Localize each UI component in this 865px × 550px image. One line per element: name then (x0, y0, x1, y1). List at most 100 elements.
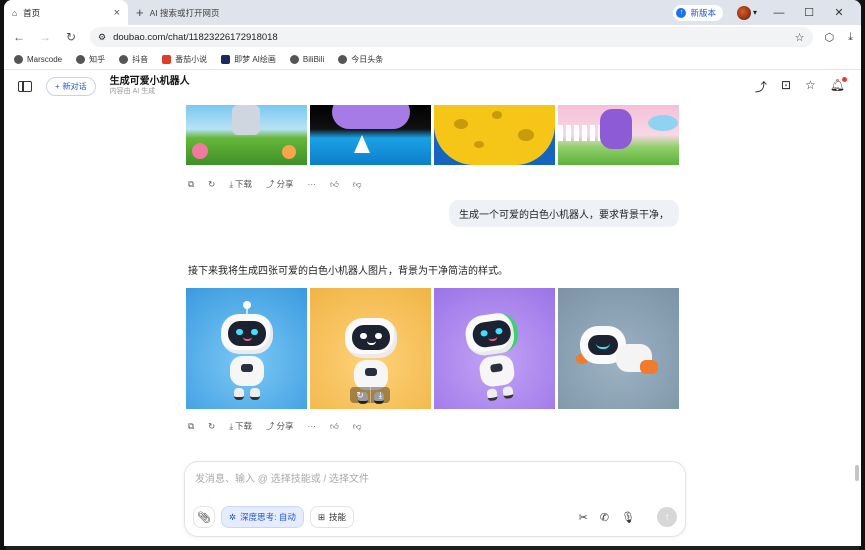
bookmark-label: 番茄小说 (175, 54, 208, 64)
more-button[interactable]: ··· (308, 421, 317, 431)
globe-icon (338, 54, 348, 64)
bookmark-douyin[interactable]: 抖音 (119, 54, 148, 65)
generated-image[interactable] (434, 105, 555, 165)
update-button[interactable]: ↑ 新版本 (673, 4, 723, 21)
more-button[interactable]: ··· (308, 179, 317, 189)
like-icon[interactable]: 👍︎ (330, 179, 339, 190)
sidebar-toggle-icon[interactable] (18, 80, 32, 92)
back-icon[interactable]: ← (12, 30, 26, 44)
close-window-icon[interactable]: ✕ (831, 6, 847, 19)
copy-icon[interactable]: ⧉ (188, 179, 194, 190)
message-input[interactable] (195, 471, 665, 487)
maximize-icon[interactable]: ☐ (801, 6, 817, 19)
bookmark-fanqie[interactable]: 番茄小说 (162, 54, 207, 65)
like-icon[interactable]: 👍︎ (330, 421, 339, 432)
extensions-icon[interactable]: ⬡ (825, 31, 835, 44)
tomato-icon (162, 54, 172, 64)
bookmark-label: 即梦 AI绘画 (234, 54, 276, 64)
bookmark-marscode[interactable]: Marscode (14, 54, 62, 64)
message-actions: ⧉ ↻ ⤓ 下载 ⤴ 分享 ··· 👍︎ 👎︎ (188, 420, 362, 432)
plus-icon: + (136, 5, 144, 20)
image-grid-previous (186, 105, 679, 165)
new-chat-label: 新对话 (62, 81, 87, 91)
new-chat-button[interactable]: + 新对话 (46, 76, 96, 96)
close-icon[interactable]: × (114, 7, 120, 19)
share-button[interactable]: ⤴ 分享 (266, 420, 294, 432)
share-label: 分享 (276, 421, 294, 431)
bookmark-zhihu[interactable]: 知乎 (76, 54, 105, 65)
notification-bell-icon[interactable]: 🔔︎ (830, 77, 847, 95)
tab-ai-search[interactable]: + AI 搜索或打开网页 (128, 0, 268, 25)
user-message: 生成一个可爱的白色小机器人，要求背景干净， (449, 200, 679, 227)
download-icon: ⤓ (229, 178, 233, 189)
share-icon[interactable]: ⤴ (755, 78, 767, 95)
chat-title-block: 生成可爱小机器人 内容由 AI 生成 (110, 76, 190, 96)
scrollbar[interactable] (855, 135, 859, 485)
globe-icon (119, 54, 129, 64)
generated-image[interactable] (558, 288, 679, 409)
message-composer: 📎︎ ✲ 深度思考: 自动 ⊞ 技能 ✂ ✆ 🎙︎ ↑ (184, 461, 686, 537)
browser-window: ⌂ 首页 × + AI 搜索或打开网页 ↑ 新版本 ▾ — ☐ ✕ ← → ↻ (4, 0, 861, 546)
download-label: 下载 (234, 179, 252, 189)
scissors-icon[interactable]: ✂ (579, 511, 588, 524)
phone-icon[interactable]: ✆ (600, 511, 609, 524)
skills-label: 技能 (328, 512, 346, 522)
skills-button[interactable]: ⊞ 技能 (309, 506, 354, 528)
microphone-icon[interactable]: 🎙︎ (621, 511, 635, 524)
profile-button[interactable]: ▾ (736, 5, 757, 20)
tab-strip: ⌂ 首页 × + AI 搜索或打开网页 ↑ 新版本 ▾ — ☐ ✕ (4, 0, 861, 25)
generated-image[interactable]: ↻ ⤓ (310, 288, 431, 409)
plus-icon: + (55, 81, 60, 91)
copy-icon[interactable]: ⧉ (188, 421, 194, 432)
minimize-icon[interactable]: — (771, 7, 787, 19)
deep-think-icon: ✲ (229, 511, 237, 522)
regenerate-icon[interactable]: ↻ (350, 387, 370, 403)
scrollbar-thumb[interactable] (855, 465, 859, 481)
page-title[interactable]: 生成可爱小机器人 (110, 76, 190, 88)
globe-icon (289, 54, 299, 64)
chevron-down-icon: ▾ (752, 8, 757, 17)
tab-home[interactable]: ⌂ 首页 × (4, 0, 128, 25)
globe-icon (76, 54, 86, 64)
download-icon[interactable]: ⤓ (370, 387, 390, 403)
ai-disclaimer: 内容由 AI 生成 (109, 87, 156, 95)
attach-icon[interactable]: 📎︎ (193, 506, 215, 528)
site-info-icon[interactable]: ⚙ (98, 32, 106, 43)
generated-image[interactable] (434, 288, 555, 409)
url-text: doubao.com/chat/11823226172918018 (113, 31, 278, 43)
generated-image[interactable] (186, 105, 307, 165)
dislike-icon[interactable]: 👎︎ (353, 421, 362, 432)
bookmark-toutiao[interactable]: 今日头条 (338, 54, 383, 65)
download-label: 下载 (234, 421, 252, 431)
forward-icon[interactable]: → (38, 30, 52, 44)
reload-icon[interactable]: ↻ (64, 30, 78, 44)
download-button[interactable]: ⤓ 下载 (229, 178, 252, 190)
generated-image[interactable] (310, 105, 431, 165)
share-button[interactable]: ⤴ 分享 (266, 178, 294, 190)
generated-image[interactable] (186, 288, 307, 409)
ai-message: 接下来我将生成四张可爱的白色小机器人图片，背景为干净简洁的样式。 (188, 266, 508, 277)
share-icon: ⤴ (265, 179, 275, 189)
generated-image[interactable] (558, 105, 679, 165)
regenerate-icon[interactable]: ↻ (208, 421, 215, 432)
header-actions: ⤴ ⊡ ☆ 🔔︎ (755, 77, 847, 95)
star-icon[interactable]: ☆ (795, 31, 805, 44)
jimeng-icon (221, 54, 231, 64)
save-icon[interactable]: ⊡ (781, 78, 791, 95)
share-icon: ⤴ (265, 421, 275, 431)
address-bar[interactable]: ⚙ doubao.com/chat/11823226172918018 ☆ (90, 27, 813, 47)
avatar (736, 5, 751, 20)
share-label: 分享 (276, 179, 294, 189)
download-icon[interactable]: ⤓ (848, 31, 853, 44)
send-button[interactable]: ↑ (657, 507, 677, 527)
chat-area: ⧉ ↻ ⤓ 下载 ⤴ 分享 ··· 👍︎ 👎︎ 生成一个可爱的白色小机器人，要求背景… (4, 102, 861, 462)
bookmark-jimeng[interactable]: 即梦 AI绘画 (221, 54, 276, 65)
bookmark-label: 今日头条 (351, 54, 384, 64)
deep-think-button[interactable]: ✲ 深度思考: 自动 (221, 506, 304, 528)
dislike-icon[interactable]: 👎︎ (353, 179, 362, 190)
favorite-star-icon[interactable]: ☆ (805, 78, 816, 95)
bookmark-bilibili[interactable]: BiliBili (289, 54, 324, 64)
download-button[interactable]: ⤓ 下载 (229, 420, 252, 432)
regenerate-icon[interactable]: ↻ (208, 179, 215, 190)
home-icon: ⌂ (12, 7, 18, 18)
